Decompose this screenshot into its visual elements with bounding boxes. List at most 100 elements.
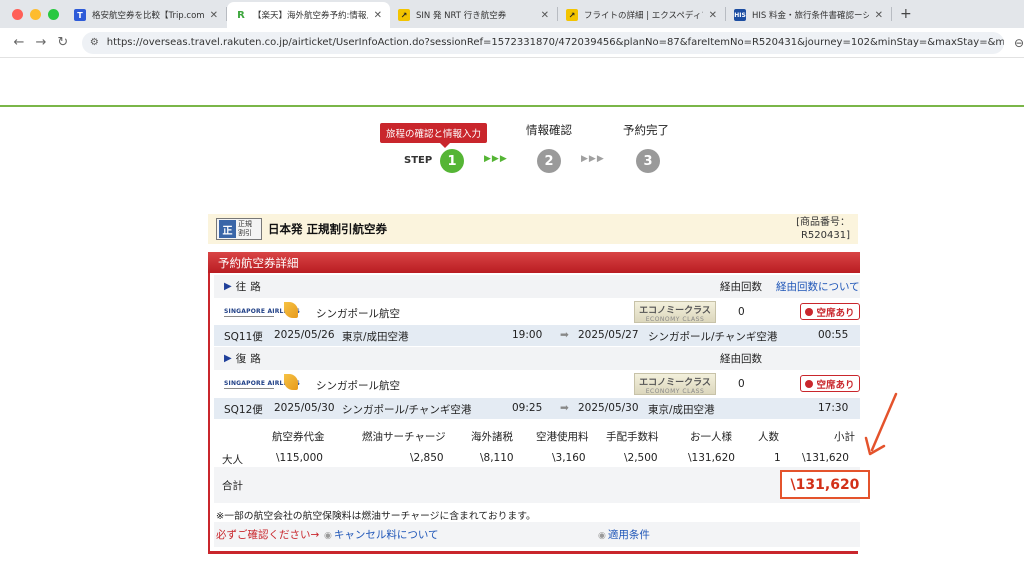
- tab-expedia-details[interactable]: ↗ フライトの詳細 | エクスペディア ✕: [558, 2, 725, 28]
- expedia-favicon-icon: ↗: [566, 9, 578, 21]
- singapore-airlines-logo-icon: SINGAPORE AIRLINES: [224, 374, 304, 394]
- flight-number: SQ12便: [224, 404, 263, 416]
- triangle-right-icon: ▶: [224, 353, 232, 364]
- close-window-button[interactable]: [12, 8, 23, 20]
- arrow-right-icon: ➡: [560, 329, 569, 341]
- departure-time: 09:25: [512, 402, 543, 414]
- step-1-circle: 1: [440, 149, 464, 173]
- airline-name: シンガポール航空: [316, 380, 400, 392]
- price-col-header: 海外諸税: [471, 431, 513, 443]
- seat-availability-badge: 空席あり: [800, 375, 860, 392]
- tab-title: フライトの詳細 | エクスペディア: [584, 11, 703, 21]
- price-col-header: 手配手数料: [606, 431, 659, 443]
- confirm-text: 必ずご確認ください→: [216, 529, 320, 541]
- stops-info-link[interactable]: 経由回数について: [776, 279, 860, 294]
- outbound-flight-row: SQ11便 2025/05/26 東京/成田空港 19:00 ➡ 2025/05…: [214, 325, 860, 346]
- singapore-airlines-logo-icon: SINGAPORE AIRLINES: [224, 302, 304, 322]
- departure-airport: シンガポール/チャンギ空港: [342, 404, 472, 416]
- tab-title: 格安航空券を比較【Trip.com】直: [92, 11, 204, 21]
- forward-arrow-icon[interactable]: →: [30, 35, 52, 50]
- badge-text-1: 正規: [238, 220, 252, 228]
- arrival-time: 17:30: [818, 402, 849, 414]
- tab-expedia-search[interactable]: ↗ SIN 発 NRT 行き航空券 ✕: [390, 2, 557, 28]
- close-tab-icon[interactable]: ✕: [541, 10, 549, 21]
- step-arrow-icon: ▶▶▶: [484, 154, 508, 164]
- info-circle-icon: ◉: [324, 531, 332, 541]
- step-indicator: 旅程の確認と情報入力 情報確認 予約完了 STEP 1 ▶▶▶ 2 ▶▶▶ 3: [380, 120, 700, 180]
- outbound-label: 往路: [235, 281, 265, 293]
- minimize-window-button[interactable]: [30, 8, 41, 20]
- price-col-header: 人数: [758, 431, 779, 443]
- trip-favicon-icon: T: [74, 9, 86, 21]
- reload-icon[interactable]: ↻: [52, 35, 74, 50]
- departure-date: 2025/05/26: [274, 329, 335, 341]
- url-field[interactable]: ⚙ https://overseas.travel.rakuten.co.jp/…: [81, 31, 1004, 54]
- arrival-time: 00:55: [818, 329, 849, 341]
- step-3-circle: 3: [636, 149, 660, 173]
- product-header: 正 正規 割引 日本発 正規割引航空券 [商品番号： R520431]: [208, 214, 858, 244]
- price-cell: \2,500: [624, 452, 658, 464]
- total-label: 合計: [222, 480, 243, 492]
- back-arrow-icon[interactable]: ←: [8, 35, 30, 50]
- outbound-header: ▶ 往路 経由回数 経由回数について: [214, 275, 860, 298]
- close-tab-icon[interactable]: ✕: [709, 10, 717, 21]
- price-col-header: お一人様: [690, 431, 732, 443]
- arrival-airport: 東京/成田空港: [648, 404, 715, 416]
- class-jp: エコノミークラス: [639, 378, 711, 388]
- his-favicon-icon: HIS: [734, 9, 746, 21]
- tab-rakuten[interactable]: R 【楽天】海外航空券予約:情報入力 ✕: [227, 2, 390, 28]
- price-cell: \131,620: [802, 452, 849, 464]
- cancellation-fee-link[interactable]: ◉ キャンセル料について: [324, 527, 439, 542]
- departure-time: 19:00: [512, 329, 543, 341]
- links-row: 必ずご確認ください→ ◉ キャンセル料について ◉ 適用条件: [214, 522, 860, 547]
- zoom-icon[interactable]: ⊖: [1014, 36, 1024, 50]
- maximize-window-button[interactable]: [48, 8, 59, 20]
- tab-his[interactable]: HIS HIS 料金・旅行条件書確認ーシン ✕: [726, 2, 891, 28]
- panel-bottom-border: [208, 552, 858, 554]
- badge-text-2: 割引: [238, 229, 252, 237]
- tab-trip[interactable]: T 格安航空券を比較【Trip.com】直 ✕: [66, 2, 226, 28]
- product-number-value: R520431]: [800, 230, 850, 241]
- fare-badge-icon: 正: [219, 220, 236, 238]
- current-step-label: 旅程の確認と情報入力: [380, 123, 488, 148]
- departure-airport: 東京/成田空港: [342, 331, 409, 343]
- conditions-link[interactable]: ◉ 適用条件: [598, 527, 650, 542]
- seat-text: 空席あり: [816, 379, 855, 391]
- airline-name: シンガポール航空: [316, 308, 400, 320]
- price-cell: \115,000: [276, 452, 323, 464]
- stops-column-label: 経由回数: [720, 281, 762, 293]
- arrival-airport: シンガポール/チャンギ空港: [648, 331, 778, 343]
- price-col-header: 空港使用料: [536, 431, 589, 443]
- product-number: [商品番号： R520431]: [796, 216, 850, 242]
- inbound-header: ▶ 復路 経由回数: [214, 347, 860, 370]
- info-circle-icon: ◉: [598, 531, 606, 541]
- price-cell: 1: [774, 452, 781, 464]
- price-cell: \2,850: [410, 452, 444, 464]
- site-settings-icon[interactable]: ⚙: [90, 37, 99, 48]
- product-title: 日本発 正規割引航空券: [268, 222, 388, 236]
- step-arrow-icon: ▶▶▶: [581, 154, 605, 164]
- price-cell: \3,160: [552, 452, 586, 464]
- new-tab-button[interactable]: +: [900, 6, 912, 22]
- url-text: https://overseas.travel.rakuten.co.jp/ai…: [106, 37, 1004, 48]
- product-number-label: [商品番号：: [796, 217, 850, 228]
- stops-count: 0: [738, 306, 745, 318]
- inbound-label: 復路: [235, 353, 265, 365]
- price-col-header: 航空券代金: [272, 431, 325, 443]
- details-header: 予約航空券詳細: [208, 252, 860, 273]
- economy-class-badge: エコノミークラス ECONOMY CLASS: [634, 373, 716, 395]
- close-tab-icon[interactable]: ✕: [875, 10, 883, 21]
- passenger-type: 大人: [222, 454, 243, 466]
- red-dot-icon: [805, 307, 814, 316]
- cancellation-link-text: キャンセル料について: [333, 529, 439, 541]
- stops-count: 0: [738, 378, 745, 390]
- departure-date: 2025/05/30: [274, 402, 335, 414]
- close-tab-icon[interactable]: ✕: [210, 10, 218, 21]
- price-col-header: 燃油サーチャージ: [362, 431, 446, 443]
- annotation-arrow-icon: [864, 392, 898, 456]
- tab-title: SIN 発 NRT 行き航空券: [416, 11, 507, 21]
- step-2-label: 情報確認: [526, 123, 572, 137]
- expedia-favicon-icon: ↗: [398, 9, 410, 21]
- step-3-label: 予約完了: [623, 123, 669, 137]
- close-tab-icon[interactable]: ✕: [374, 10, 382, 21]
